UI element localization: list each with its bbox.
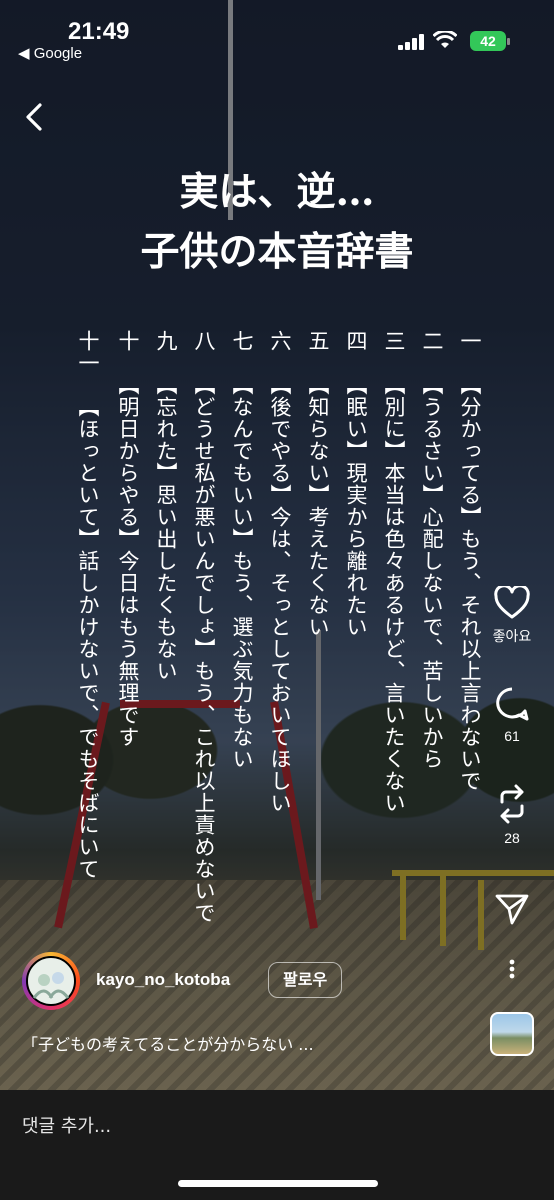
repost-count: 28 bbox=[504, 830, 520, 846]
entry-text: 【知らない】考えたくない bbox=[306, 374, 330, 638]
cellular-signal-icon bbox=[398, 34, 426, 50]
back-button[interactable] bbox=[20, 100, 50, 134]
post-caption[interactable]: 「子どもの考えてることが分からない ... bbox=[22, 1031, 314, 1055]
avatar-image bbox=[26, 956, 76, 1006]
battery-icon: 42 bbox=[470, 31, 510, 51]
dictionary-entry: 二【うるさい】心配しないで、苦しいから bbox=[415, 330, 449, 770]
dictionary-entry: 三【別に】本当は色々あるけど、言いたくない bbox=[377, 330, 411, 814]
comment-button[interactable]: 61 bbox=[490, 686, 534, 744]
entry-text: 【後でやる】今は、そっとしておいてほしい bbox=[268, 374, 292, 814]
repost-button[interactable]: 28 bbox=[490, 784, 534, 846]
entry-text: 【忘れた】思い出したくもない bbox=[154, 374, 178, 682]
entry-number: 十 bbox=[116, 330, 140, 352]
entry-number: 七 bbox=[230, 330, 254, 352]
like-button[interactable]: 좋아요 bbox=[490, 584, 534, 646]
status-bar: 21:49 ◀ Google 42 bbox=[0, 0, 554, 70]
status-time: 21:49 bbox=[68, 18, 130, 45]
follow-button[interactable]: 팔로우 bbox=[268, 962, 343, 998]
post-headline: 実は、逆… 子供の本音辞書 bbox=[0, 162, 554, 282]
heart-icon bbox=[494, 584, 530, 619]
comment-count: 61 bbox=[504, 728, 520, 744]
wifi-icon bbox=[432, 29, 458, 54]
like-label: 좋아요 bbox=[492, 628, 532, 644]
dictionary-entry: 一【分かってる】もう、それ以上言わないで bbox=[453, 330, 487, 792]
dictionary-entry: 九【忘れた】思い出したくもない bbox=[149, 330, 183, 682]
back-to-app-link[interactable]: ◀ Google bbox=[18, 44, 82, 62]
dictionary-entry: 七【なんでもいい】もう、選ぶ気力もない bbox=[225, 330, 259, 770]
chevron-left-icon bbox=[26, 103, 42, 131]
repost-icon bbox=[500, 784, 524, 824]
audio-thumbnail[interactable] bbox=[490, 1012, 534, 1056]
entry-number: 八 bbox=[192, 330, 216, 352]
dictionary-entry: 十一【ほっといて】話しかけないで、でもそばにいて bbox=[71, 330, 105, 880]
entry-text: 【明日からやる】今日はもう無理です bbox=[116, 374, 140, 748]
entry-text: 【眠い】現実から離れたい bbox=[344, 374, 368, 638]
entry-text: 【どうせ私が悪いんでしょ】もう、これ以上責めないで bbox=[192, 374, 216, 924]
dictionary-entry: 五【知らない】考えたくない bbox=[301, 330, 335, 638]
avatar[interactable] bbox=[22, 952, 80, 1010]
entry-number: 四 bbox=[344, 330, 368, 352]
entry-number: 一 bbox=[458, 330, 482, 352]
send-icon bbox=[495, 894, 529, 925]
entry-text: 【分かってる】もう、それ以上言わないで bbox=[458, 374, 482, 792]
account-row: kayo_no_kotoba 팔로우 bbox=[22, 952, 542, 1010]
entry-text: 【なんでもいい】もう、選ぶ気力もない bbox=[230, 374, 254, 770]
entry-number: 六 bbox=[268, 330, 292, 352]
entry-number: 五 bbox=[306, 330, 330, 352]
entry-number: 二 bbox=[420, 330, 444, 352]
username-link[interactable]: kayo_no_kotoba bbox=[96, 970, 230, 990]
dictionary-entry: 六【後でやる】今は、そっとしておいてほしい bbox=[263, 330, 297, 814]
home-indicator bbox=[178, 1180, 378, 1187]
headline-line-1: 実は、逆… bbox=[179, 169, 375, 215]
entry-text: 【うるさい】心配しないで、苦しいから bbox=[420, 374, 444, 770]
entry-text: 【別に】本当は色々あるけど、言いたくない bbox=[382, 374, 406, 814]
entry-number: 九 bbox=[154, 330, 178, 352]
dictionary-entry: 八【どうせ私が悪いんでしょ】もう、これ以上責めないで bbox=[187, 330, 221, 924]
headline-line-2: 子供の本音辞書 bbox=[140, 229, 414, 275]
entry-number: 十一 bbox=[76, 330, 100, 374]
share-button[interactable] bbox=[490, 892, 534, 930]
comment-bubble-icon bbox=[496, 687, 529, 721]
dictionary-entry: 四【眠い】現実から離れたい bbox=[339, 330, 373, 638]
entry-number: 三 bbox=[382, 330, 406, 352]
entry-text: 【ほっといて】話しかけないで、でもそばにいて bbox=[76, 396, 100, 880]
dictionary-entry: 十【明日からやる】今日はもう無理です bbox=[111, 330, 145, 748]
comment-input[interactable]: 댓글 추가... bbox=[22, 1112, 111, 1138]
